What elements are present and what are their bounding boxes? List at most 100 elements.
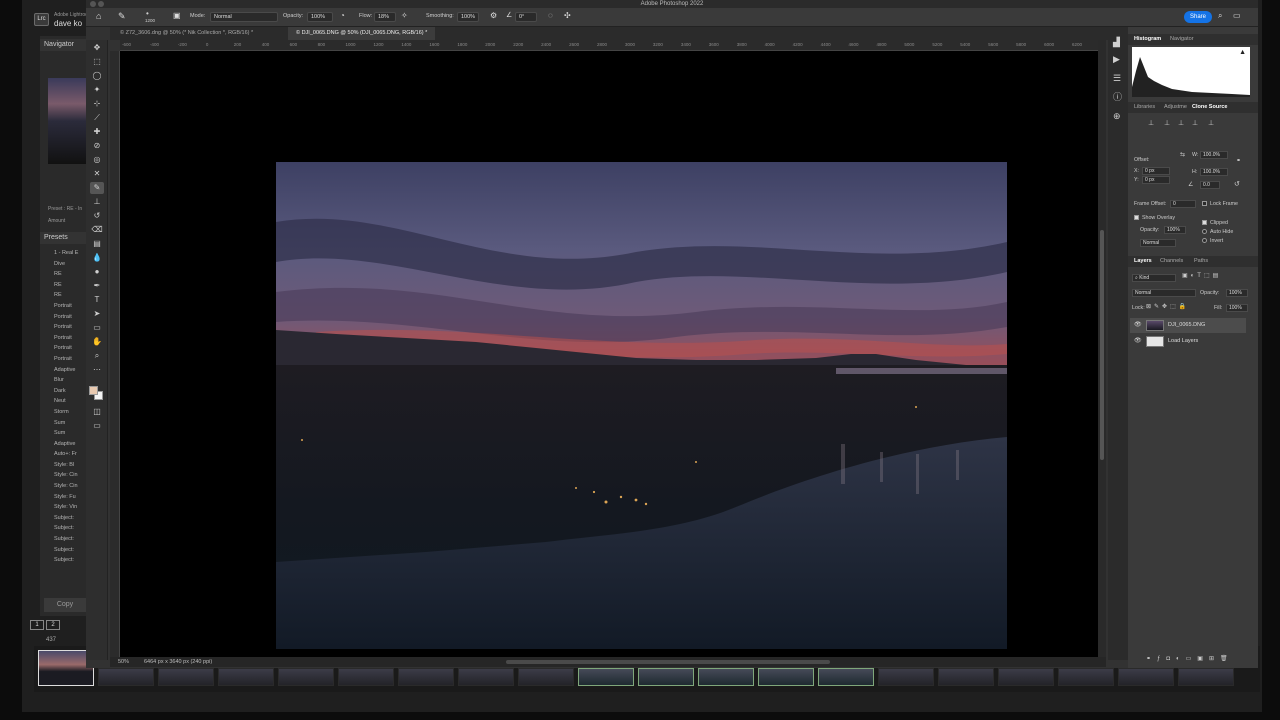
reset-transform-icon[interactable]: ↺	[1234, 180, 1240, 188]
pressure-size-icon[interactable]: ◌	[548, 11, 553, 20]
show-overlay-checkbox[interactable]	[1134, 215, 1139, 220]
airbrush-icon[interactable]: ✧	[401, 11, 408, 20]
canvas-area[interactable]	[120, 51, 1098, 657]
share-button[interactable]: Share	[1184, 11, 1212, 23]
tab-navigator[interactable]: Navigator	[1166, 34, 1198, 45]
smoothing-input[interactable]: 100%	[457, 12, 479, 22]
frame-offset-input[interactable]: 0	[1170, 200, 1196, 208]
filmstrip-thumbnail[interactable]	[1058, 668, 1114, 686]
preset-item[interactable]: Adaptive	[54, 365, 88, 376]
gradient-tool-icon[interactable]: ▤	[90, 238, 104, 250]
preset-item[interactable]: Dark	[54, 386, 88, 397]
clone-source-5-icon[interactable]: ⊥	[1208, 119, 1214, 127]
gear-icon[interactable]: ⚙	[490, 11, 497, 20]
clone-source-1-icon[interactable]: ⊥	[1148, 119, 1154, 127]
vertical-scrollbar-thumb[interactable]	[1100, 230, 1104, 460]
preset-item[interactable]: Style: Vin	[54, 502, 88, 513]
presets-header[interactable]: Presets	[40, 232, 86, 244]
tab-dji-0065[interactable]: © DJI_0065.DNG @ 50% (DJI_0065.DNG, RGB/…	[288, 27, 436, 40]
layer-blend-select[interactable]: Normal	[1132, 289, 1196, 297]
preset-item[interactable]: Portrait	[54, 322, 88, 333]
blur-tool-icon[interactable]: 💧	[90, 252, 104, 264]
preset-item[interactable]: Subject:	[54, 555, 88, 566]
angle-input[interactable]: 0°	[515, 12, 537, 22]
lasso-tool-icon[interactable]: ◯	[90, 70, 104, 82]
hand-tool-icon[interactable]: ✋	[90, 336, 104, 348]
filmstrip-thumbnail[interactable]	[998, 668, 1054, 686]
overlay-opacity-input[interactable]: 100%	[1164, 226, 1186, 234]
overlay-blend-select[interactable]: Normal	[1140, 239, 1176, 247]
spot-tool-icon[interactable]: ⊘	[90, 140, 104, 152]
preset-item[interactable]: Adaptive	[54, 439, 88, 450]
zoom-tool-icon[interactable]: ⌕	[90, 350, 104, 362]
quick-mask-icon[interactable]: ◫	[90, 406, 104, 418]
clone-source-3-icon[interactable]: ⊥	[1178, 119, 1184, 127]
mode-select[interactable]: Normal	[210, 12, 278, 22]
more-tools-icon[interactable]: ⋯	[90, 364, 104, 376]
scale-w-input[interactable]: 100.0%	[1200, 151, 1228, 159]
history-brush-tool-icon[interactable]: ↺	[90, 210, 104, 222]
tab-adjustments[interactable]: Adjustme	[1160, 102, 1191, 113]
symmetry-icon[interactable]: ✣	[564, 11, 571, 20]
clipped-checkbox[interactable]	[1202, 220, 1207, 225]
filmstrip-thumbnail[interactable]	[158, 668, 214, 686]
home-icon[interactable]: ⌂	[96, 11, 101, 21]
move-tool-icon[interactable]: ✥	[90, 42, 104, 54]
filmstrip-thumbnail[interactable]	[218, 668, 274, 686]
layers-footer-icons[interactable]: ⚭ƒ◘◐▭▣⊞🗑	[1146, 655, 1234, 662]
tab-z72-3606[interactable]: © Z72_3606.dng @ 50% (* Nik Collection *…	[112, 27, 261, 40]
invert-checkbox[interactable]	[1202, 238, 1207, 243]
layer-filter-select[interactable]: ⌕ Kind	[1132, 274, 1176, 282]
filmstrip-thumbnail[interactable]	[818, 668, 874, 686]
preset-item[interactable]: Subject:	[54, 534, 88, 545]
filmstrip-thumbnail[interactable]	[578, 668, 634, 686]
scale-h-input[interactable]: 100.0%	[1200, 168, 1228, 176]
filmstrip-thumbnail[interactable]	[98, 668, 154, 686]
eye-icon[interactable]: 👁	[1134, 318, 1142, 333]
layer-filter-icons[interactable]: ▣◐T⬚▤	[1182, 272, 1221, 279]
filmstrip-thumbnail[interactable]	[758, 668, 814, 686]
shape-tool-icon[interactable]: ▭	[90, 322, 104, 334]
preset-item[interactable]: Sum	[54, 428, 88, 439]
filmstrip-thumbnail[interactable]	[1118, 668, 1174, 686]
preset-item[interactable]: Style: Cin	[54, 481, 88, 492]
histogram-icon[interactable]: ▟	[1113, 37, 1120, 48]
info-icon[interactable]: ⓘ	[1113, 90, 1122, 103]
type-tool-icon[interactable]: T	[90, 294, 104, 306]
search-icon[interactable]: ⌕	[1218, 11, 1222, 21]
pressure-opacity-icon[interactable]: ◔	[340, 11, 345, 20]
zoom-level[interactable]: 50%	[118, 657, 129, 667]
brush-preview-icon[interactable]: •	[146, 9, 149, 18]
eraser-tool-icon[interactable]: ⌫	[90, 224, 104, 236]
clone-source-2-icon[interactable]: ⊥	[1164, 119, 1170, 127]
foreground-color-swatch[interactable]	[89, 386, 98, 395]
preset-item[interactable]: 1 - Real E	[54, 248, 88, 259]
preset-item[interactable]: Sum	[54, 418, 88, 429]
tab-histogram[interactable]: Histogram	[1130, 34, 1165, 45]
navigator-header[interactable]: Navigator	[40, 39, 86, 51]
warning-icon[interactable]: ▲	[1239, 49, 1246, 56]
tab-libraries[interactable]: Libraries	[1130, 102, 1159, 113]
close-window-button[interactable]	[90, 1, 96, 7]
minimize-window-button[interactable]	[98, 1, 104, 7]
opacity-input[interactable]: 100%	[307, 12, 333, 22]
layer-opacity-input[interactable]: 100%	[1226, 289, 1248, 297]
link-icon[interactable]: ⚭	[1236, 157, 1241, 164]
filmstrip-thumbnail[interactable]	[458, 668, 514, 686]
preset-item[interactable]: Auto+: Fr	[54, 449, 88, 460]
preset-item[interactable]: Blur	[54, 375, 88, 386]
preset-item[interactable]: RE	[54, 280, 88, 291]
screen-mode-icon[interactable]: ▭	[90, 420, 104, 432]
view-button-1[interactable]: 1	[30, 620, 44, 630]
brush-tool-icon[interactable]: ✎	[118, 11, 126, 22]
document-image[interactable]	[276, 162, 1007, 649]
filmstrip-thumbnail[interactable]	[398, 668, 454, 686]
horizontal-scrollbar-thumb[interactable]	[506, 660, 830, 664]
lock-frame-checkbox[interactable]	[1202, 201, 1207, 206]
filmstrip-thumbnail[interactable]	[278, 668, 334, 686]
preset-item[interactable]: RE	[54, 269, 88, 280]
brush-tool-icon[interactable]: ✎	[90, 182, 104, 194]
preset-item[interactable]: Style: Fu	[54, 492, 88, 503]
content-aware-tool-icon[interactable]: ✕	[90, 168, 104, 180]
preset-item[interactable]: Style: Bl	[54, 460, 88, 471]
